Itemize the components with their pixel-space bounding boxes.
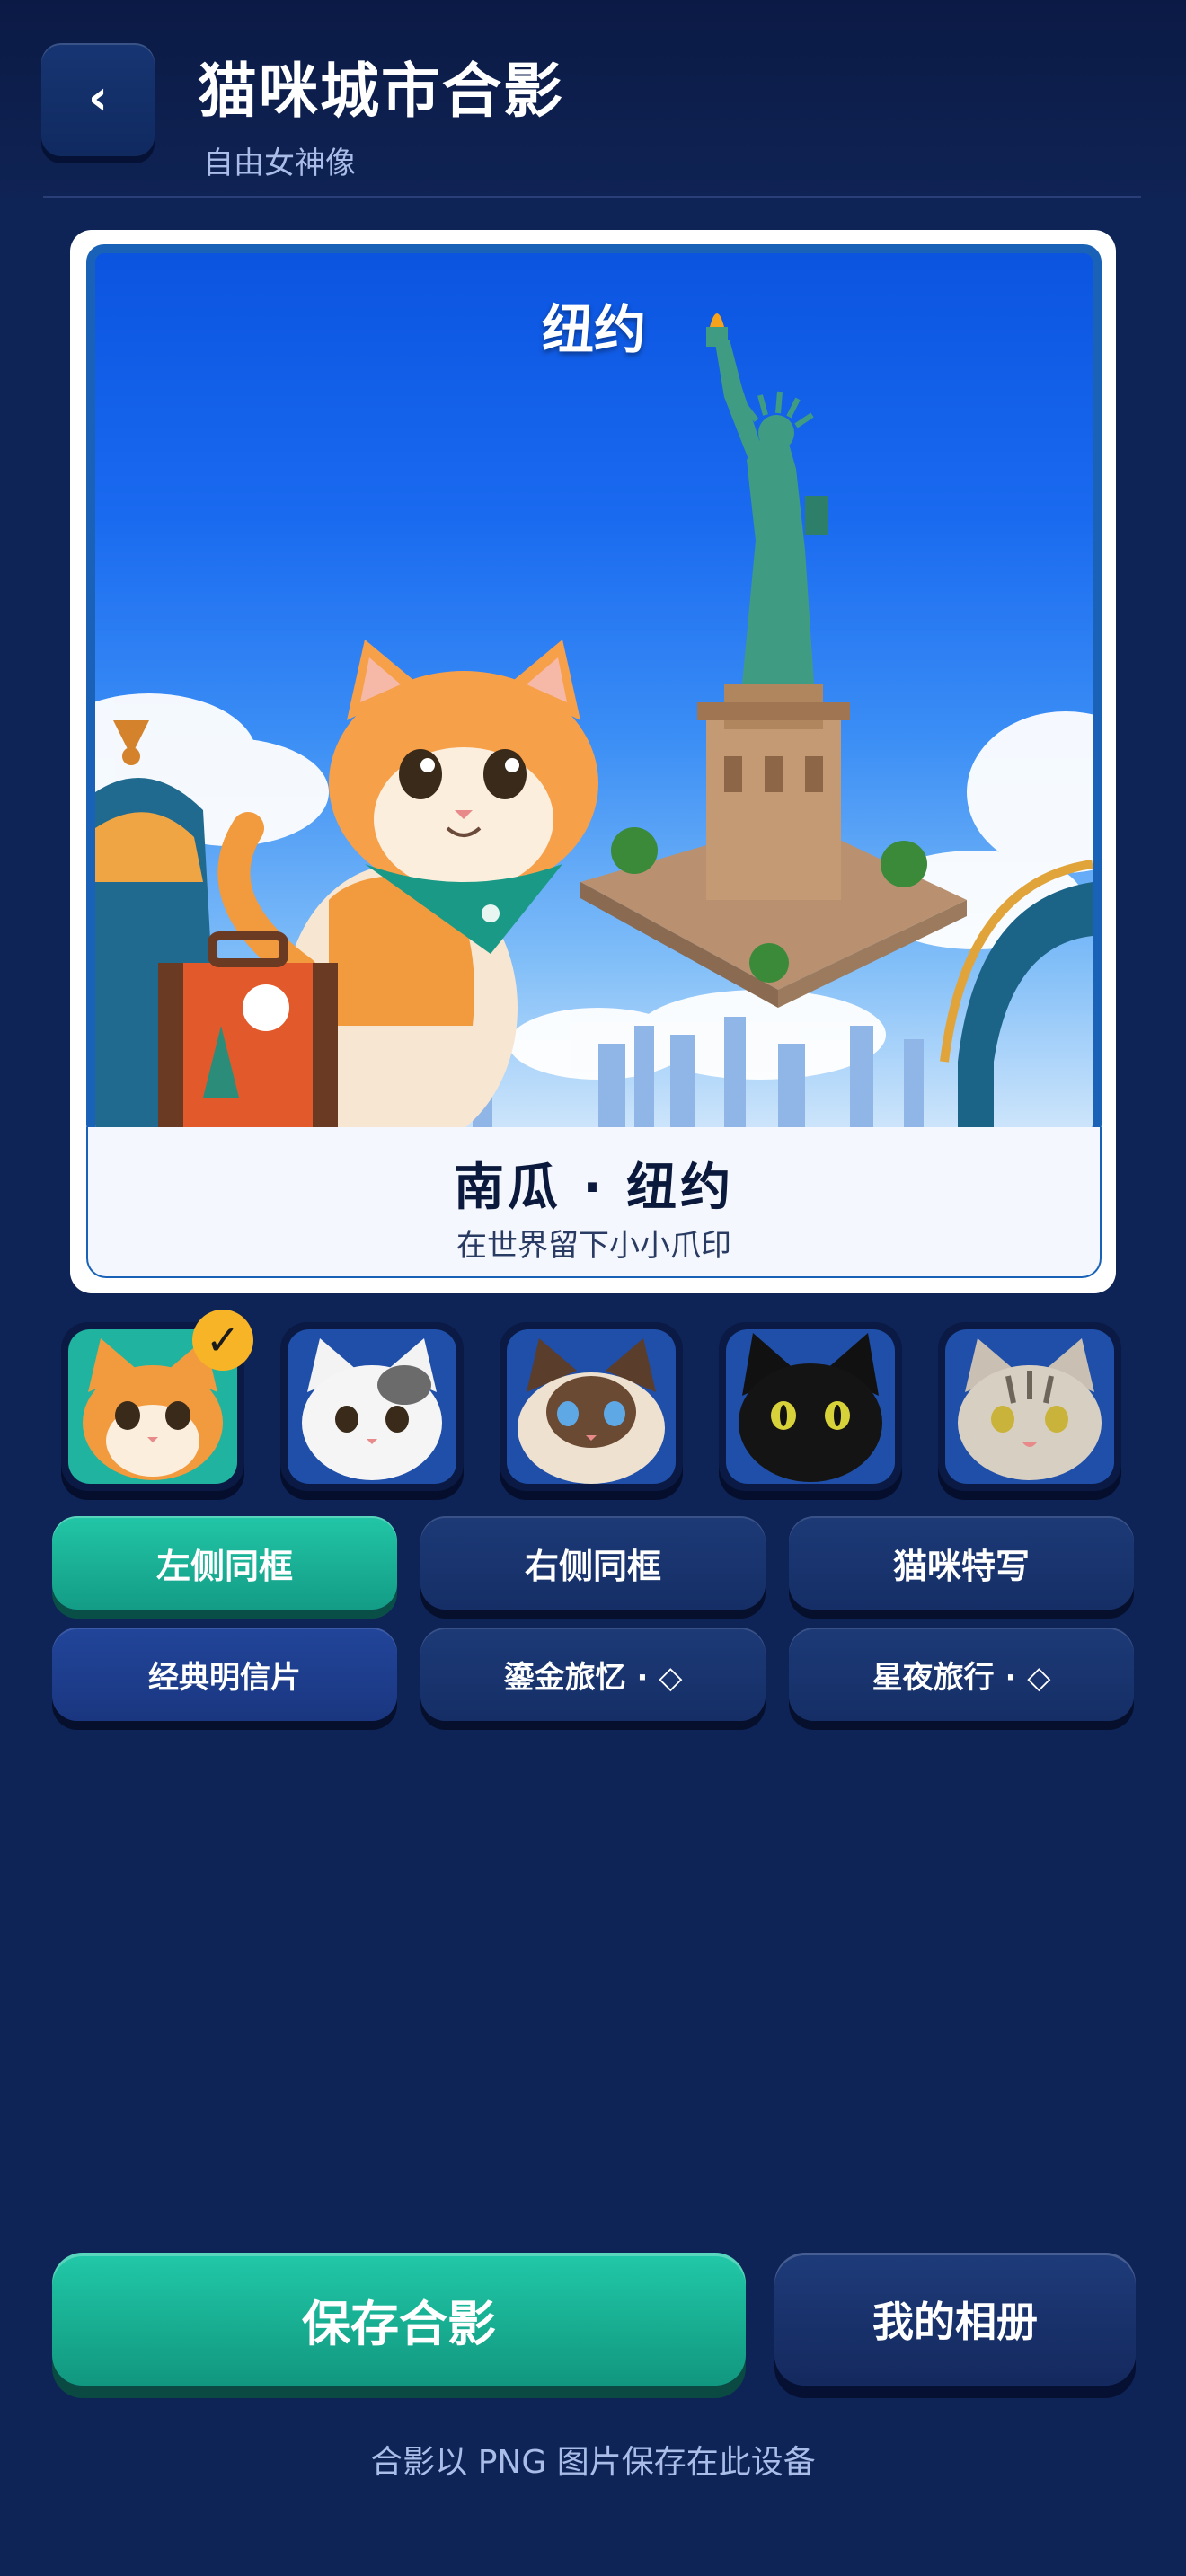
cat-picker xyxy=(0,1322,1186,1498)
save-photo-button[interactable]: 保存合影 xyxy=(52,2253,746,2386)
cat-option-black-cat[interactable] xyxy=(719,1322,902,1491)
cat-option-silver-tabby[interactable] xyxy=(938,1322,1121,1491)
ragdoll-cat-avatar xyxy=(518,1338,665,1484)
top-bar xyxy=(0,0,1186,199)
theme-gilded-button[interactable]: 鎏金旅忆 · ◇ xyxy=(420,1628,766,1721)
cat-city-photo: 纽约 xyxy=(86,244,1102,1142)
back-button[interactable]: ‹ xyxy=(41,43,155,156)
photo-caption: 南瓜 · 纽约 在世界留下小小爪印 xyxy=(86,1127,1102,1278)
layout-left-button[interactable]: 左侧同框 xyxy=(52,1516,397,1610)
theme-starry-night-button[interactable]: 星夜旅行 · ◇ xyxy=(789,1628,1134,1721)
page-title: 猫咪城市合影 xyxy=(198,57,564,126)
theme-classic-postcard-button[interactable]: 经典明信片 xyxy=(52,1628,397,1721)
cat-option-white-calico[interactable] xyxy=(280,1322,464,1491)
silver-cat-avatar xyxy=(958,1338,1102,1480)
layout-right-button[interactable]: 右侧同框 xyxy=(420,1516,766,1610)
caption-subtitle: 在世界留下小小爪印 xyxy=(456,1228,731,1264)
header-divider xyxy=(43,196,1141,198)
chevron-left-icon: ‹ xyxy=(87,69,109,126)
save-footnote: 合影以 PNG 图片保存在此设备 xyxy=(370,2444,816,2481)
cat-option-ragdoll[interactable] xyxy=(500,1322,683,1491)
caption-title: 南瓜 · 纽约 xyxy=(453,1159,735,1217)
layout-closeup-button[interactable]: 猫咪特写 xyxy=(789,1516,1134,1610)
photo-city-title: 纽约 xyxy=(541,299,646,360)
my-album-button[interactable]: 我的相册 xyxy=(774,2253,1136,2386)
white-cat-avatar xyxy=(302,1338,442,1480)
page-subtitle: 自由女神像 xyxy=(203,146,356,181)
black-cat-avatar xyxy=(739,1333,882,1482)
photo-illustration xyxy=(95,313,1093,1134)
selected-check-icon: ✓ xyxy=(192,1310,253,1371)
